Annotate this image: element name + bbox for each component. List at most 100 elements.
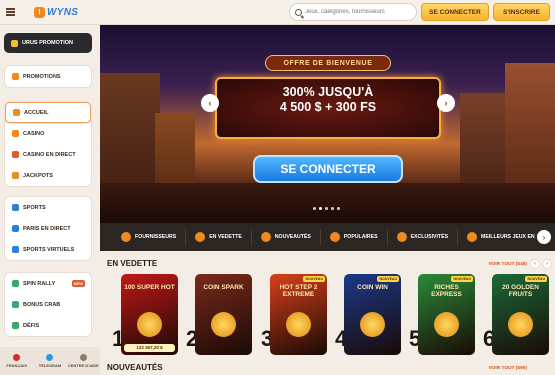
hero-banner[interactable]: OFFRE DE BIENVENUE 300% JUSQU'À 4 500 $ … (100, 25, 555, 223)
game-card[interactable]: 20 GOLDEN FRUITS NOUVEAU (492, 274, 549, 355)
footer-label: FRANÇAIS (6, 363, 27, 368)
sidebar: URUS PROMOTION PROMOTIONS ACCUEIL CASINO CA… (0, 25, 100, 375)
game-title: RICHES EXPRESS (431, 284, 462, 298)
popular-icon (329, 232, 340, 242)
sidebar-item-spin-rally[interactable]: SPIN RALLY NEW (5, 273, 91, 294)
top-bar: ! WYNS SE CONNECTER S'INSCRIRE (0, 0, 555, 25)
game-title: HOT STEP 2 EXTREME (279, 284, 318, 298)
sidebar-item-label: PROMOTIONS (23, 73, 61, 80)
sidebar-item-paris-en-direct[interactable]: PARIS EN DIRECT (5, 218, 91, 239)
sidebar-item-label: CASINO (23, 130, 45, 137)
promo-banner[interactable]: URUS PROMOTION (4, 33, 92, 53)
sidebar-item-casino[interactable]: CASINO (5, 123, 91, 144)
telegram-icon (46, 354, 54, 361)
jackpot-icon (12, 172, 19, 179)
footer-telegram[interactable]: TELEGRAM (33, 347, 66, 375)
sidebar-item-label: ACCUEIL (24, 109, 49, 116)
sidebar-item-label: CASINO EN DIRECT (23, 151, 76, 158)
footer-help[interactable]: CENTRE D'AIDE (67, 347, 100, 375)
sidebar-item-accueil[interactable]: ACCUEIL (5, 102, 91, 123)
street (100, 183, 555, 223)
new-badge: NOUVEAU (303, 276, 325, 282)
game-art (211, 312, 236, 337)
carousel-dot[interactable] (313, 207, 316, 210)
crab-icon (12, 301, 19, 308)
sidebar-item-bonus-crab[interactable]: BONUS CRAB (5, 294, 91, 315)
carousel-dot[interactable] (319, 207, 322, 210)
sidebar-item-label: PARIS EN DIRECT (23, 225, 71, 232)
carousel-dot[interactable] (325, 207, 328, 210)
category-best-games[interactable]: MEILLEURS JEUX EN (458, 229, 545, 245)
sidebar-group: SPORTS PARIS EN DIRECT SPORTS VIRTUELS (4, 196, 92, 261)
sidebar-item-casino-en-direct[interactable]: CASINO EN DIRECT (5, 144, 91, 165)
sidebar-item-sports-virtuels[interactable]: SPORTS VIRTUELS (5, 239, 91, 260)
game-art (286, 312, 311, 337)
category-new[interactable]: NOUVEAUTÉS (252, 229, 321, 245)
sidebar-item-label: SPORTS (23, 204, 46, 211)
footer-label: TELEGRAM (38, 363, 62, 368)
category-bar: FOURNISSEURS EN VEDETTE NOUVEAUTÉS POPULAIR… (100, 223, 555, 251)
featured-view-all[interactable]: VOIR TOUT (548) (488, 262, 527, 267)
hero-next-icon[interactable]: › (437, 94, 455, 112)
sidebar-item-promotions[interactable]: PROMOTIONS (5, 66, 91, 87)
new-icon (260, 232, 271, 242)
providers-icon (121, 232, 131, 242)
category-label: EXCLUSIVITÉS (410, 234, 449, 240)
game-card[interactable]: RICHES EXPRESS NOUVEAU (418, 274, 475, 355)
virtual-sports-icon (12, 246, 19, 253)
best-games-icon (467, 232, 478, 242)
game-card[interactable]: HOT STEP 2 EXTREME NOUVEAU (270, 274, 327, 355)
game-art (508, 312, 533, 337)
casino-icon (12, 130, 19, 137)
footer-flag[interactable]: FRANÇAIS (0, 347, 33, 375)
exclusive-icon (396, 232, 407, 242)
category-label: EN VEDETTE (209, 234, 242, 240)
category-label: MEILLEURS JEUX EN (481, 234, 535, 240)
login-button[interactable]: SE CONNECTER (421, 3, 489, 21)
menu-icon[interactable] (6, 8, 15, 16)
hero-prev-icon[interactable]: ‹ (201, 94, 219, 112)
featured-title: EN VEDETTE (107, 259, 158, 268)
game-card[interactable]: COIN WIN NOUVEAU (344, 274, 401, 355)
game-card[interactable]: COIN SPARK (195, 274, 252, 355)
hero-login-button[interactable]: SE CONNECTER (253, 155, 403, 183)
new-view-all[interactable]: VOIR TOUT (595) (488, 366, 527, 371)
sidebar-item-label: BONUS CRAB (23, 301, 61, 308)
sidebar-item-label: JACKPOTS (23, 172, 53, 179)
category-next-icon[interactable]: › (537, 230, 551, 244)
register-button[interactable]: S'INSCRIRE (493, 3, 550, 21)
sidebar-group: SPIN RALLY NEW BONUS CRAB DÉFIS (4, 272, 92, 337)
search-input[interactable] (305, 9, 405, 15)
game-title: 20 GOLDEN FRUITS (502, 284, 539, 298)
spin-rally-icon (12, 280, 19, 287)
featured-next-icon[interactable]: › (542, 259, 552, 269)
promo-banner-label: URUS PROMOTION (22, 40, 74, 46)
sidebar-group: PROMOTIONS (4, 65, 92, 88)
live-casino-icon (12, 151, 19, 158)
carousel-dot[interactable] (337, 207, 340, 210)
carousel-dot[interactable] (331, 207, 334, 210)
jackpot-amount: 122 367,20 $ (124, 344, 175, 352)
featured-prev-icon[interactable]: ‹ (530, 259, 540, 269)
sidebar-item-d-fis[interactable]: DÉFIS (5, 315, 91, 336)
category-popular[interactable]: POPULAIRES (321, 229, 388, 245)
car-icon (11, 39, 18, 47)
category-featured[interactable]: EN VEDETTE (186, 229, 252, 245)
game-card[interactable]: 100 SUPER HOT 122 367,20 $ (121, 274, 178, 355)
challenge-icon (12, 322, 19, 329)
sidebar-footer: FRANÇAIS TELEGRAM CENTRE D'AIDE (0, 347, 100, 375)
live-bets-icon (12, 225, 19, 232)
sidebar-item-sports[interactable]: SPORTS (5, 197, 91, 218)
game-title: COIN SPARK (203, 284, 244, 291)
search-box[interactable] (289, 3, 417, 21)
category-label: FOURNISSEURS (135, 234, 177, 240)
category-label: NOUVEAUTÉS (274, 234, 311, 240)
logo[interactable]: ! WYNS (34, 6, 78, 19)
category-providers[interactable]: FOURNISSEURS (112, 229, 187, 245)
featured-icon (195, 232, 206, 242)
home-icon (13, 109, 20, 116)
game-art (360, 312, 385, 337)
sidebar-item-jackpots[interactable]: JACKPOTS (5, 165, 91, 186)
category-exclusive[interactable]: EXCLUSIVITÉS (388, 229, 459, 245)
new-section-title: NOUVEAUTÉS (107, 363, 163, 372)
